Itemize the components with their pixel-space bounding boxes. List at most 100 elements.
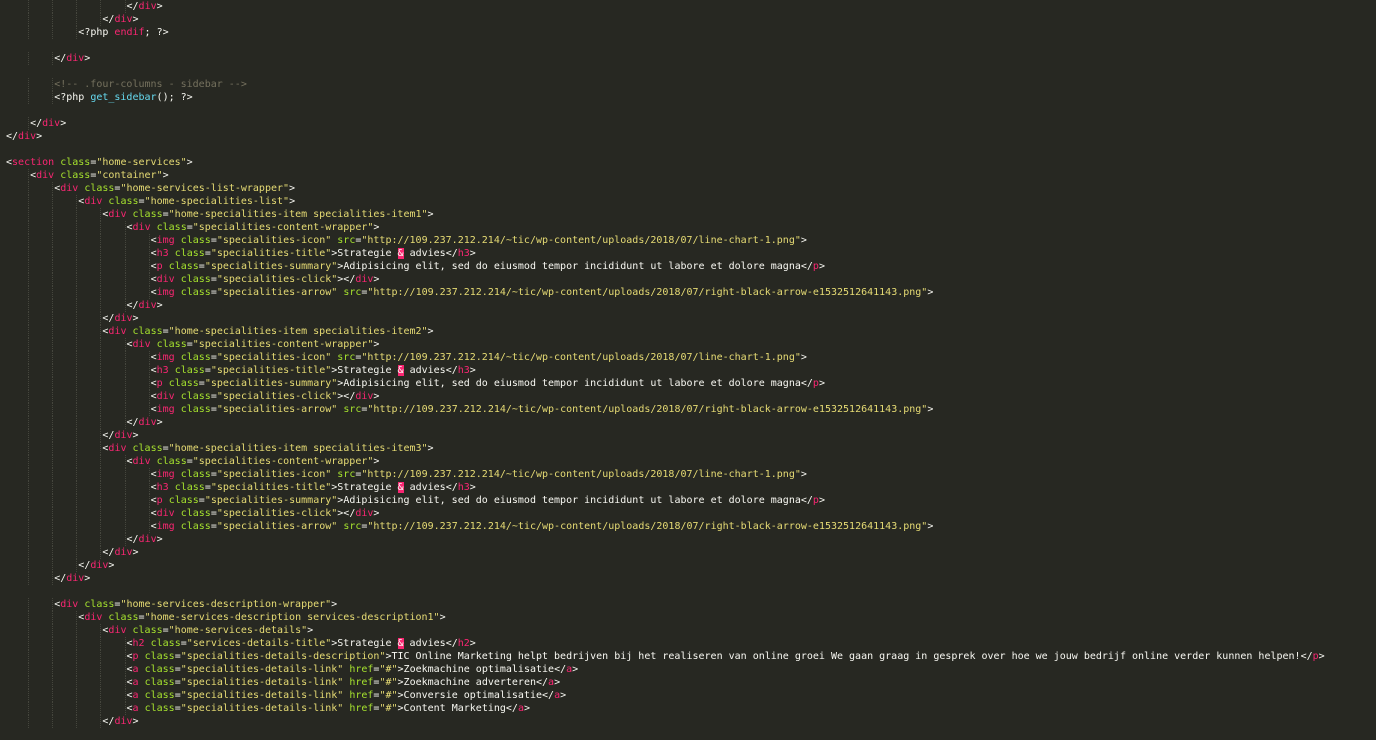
code-line[interactable]: <?php endif; ?>: [0, 26, 1376, 39]
indent-guide: [76, 455, 78, 468]
code-token-attr: class: [180, 352, 211, 363]
indent-guide: [76, 520, 78, 533]
code-line[interactable]: <h2 class="services-details-title">Strat…: [0, 637, 1376, 650]
code-line[interactable]: <img class="specialities-arrow" src="htt…: [0, 403, 1376, 416]
indent-guide: [52, 78, 54, 91]
code-line[interactable]: </div>: [0, 13, 1376, 26]
indent-guide: [148, 520, 150, 533]
code-lines[interactable]: </div> </div> <?php endif; ?> </div> <!-- .f…: [0, 0, 1376, 728]
code-token-tag: div: [84, 196, 103, 207]
code-line[interactable]: <a class="specialities-details-link" hre…: [0, 676, 1376, 689]
code-token-punc: >: [186, 157, 193, 168]
code-token-punc: >: [132, 14, 139, 25]
code-line[interactable]: <div class="home-specialities-list">: [0, 195, 1376, 208]
code-line[interactable]: <p class="specialities-summary">Adipisic…: [0, 377, 1376, 390]
code-line[interactable]: <p class="specialities-summary">Adipisic…: [0, 494, 1376, 507]
code-token-tag: img: [156, 404, 175, 415]
code-line[interactable]: </div>: [0, 715, 1376, 728]
indent-guide: [52, 221, 54, 234]
code-line[interactable]: <p class="specialities-details-descripti…: [0, 650, 1376, 663]
indent-guide: [76, 208, 78, 221]
code-token-punc: </: [445, 638, 458, 649]
indent-guide: [52, 442, 54, 455]
code-line[interactable]: <img class="specialities-icon" src="http…: [0, 234, 1376, 247]
indent-guide: [76, 481, 78, 494]
code-token-punc: >: [560, 690, 567, 701]
indent-guide: [28, 611, 30, 624]
code-line[interactable]: </div>: [0, 312, 1376, 325]
code-line[interactable]: [0, 585, 1376, 598]
code-line[interactable]: <div class="home-specialities-item speci…: [0, 442, 1376, 455]
code-line[interactable]: <img class="specialities-icon" src="http…: [0, 468, 1376, 481]
code-token-punc: </: [126, 300, 139, 311]
code-line[interactable]: [0, 39, 1376, 52]
code-line[interactable]: <div class="home-specialities-item speci…: [0, 208, 1376, 221]
code-line[interactable]: <div class="specialities-content-wrapper…: [0, 455, 1376, 468]
code-token-tag: div: [42, 118, 61, 129]
code-line[interactable]: <div class="container">: [0, 169, 1376, 182]
code-line[interactable]: <div class="specialities-click"></div>: [0, 273, 1376, 286]
code-line[interactable]: <h3 class="specialities-title">Strategie…: [0, 247, 1376, 260]
code-line[interactable]: </div>: [0, 130, 1376, 143]
code-token-str: "specialities-icon": [216, 352, 332, 363]
code-line[interactable]: </div>: [0, 299, 1376, 312]
code-line[interactable]: </div>: [0, 572, 1376, 585]
code-line[interactable]: <h3 class="specialities-title">Strategie…: [0, 364, 1376, 377]
code-editor[interactable]: </div> </div> <?php endif; ?> </div> <!-- .f…: [0, 0, 1376, 740]
code-token-punc: >: [373, 508, 380, 519]
code-line[interactable]: <p class="specialities-summary">Adipisic…: [0, 260, 1376, 273]
code-line[interactable]: [0, 65, 1376, 78]
indent-guide: [100, 351, 102, 364]
code-line[interactable]: <a class="specialities-details-link" hre…: [0, 702, 1376, 715]
indent-guide: [28, 13, 30, 26]
indent-guide: [100, 364, 102, 377]
code-line[interactable]: <div class="home-services-details">: [0, 624, 1376, 637]
code-line[interactable]: <div class="home-specialities-item speci…: [0, 325, 1376, 338]
indent-guide: [52, 247, 54, 260]
code-token-punc: </: [800, 378, 813, 389]
indent-guide: [28, 559, 30, 572]
code-line[interactable]: <img class="specialities-icon" src="http…: [0, 351, 1376, 364]
code-line[interactable]: </div>: [0, 429, 1376, 442]
code-token-punc: >: [156, 300, 163, 311]
code-line[interactable]: <?php get_sidebar(); ?>: [0, 91, 1376, 104]
code-token-attr: class: [180, 274, 211, 285]
code-line[interactable]: <div class="specialities-content-wrapper…: [0, 221, 1376, 234]
code-token-punc: </: [445, 482, 458, 493]
code-token-kw: endif: [114, 27, 145, 38]
code-line[interactable]: <h3 class="specialities-title">Strategie…: [0, 481, 1376, 494]
code-line[interactable]: </div>: [0, 0, 1376, 13]
code-token-text: Strategie: [337, 638, 398, 649]
code-line[interactable]: </div>: [0, 546, 1376, 559]
code-token-attr: class: [180, 508, 211, 519]
code-line[interactable]: <img class="specialities-arrow" src="htt…: [0, 286, 1376, 299]
indent-guide: [28, 377, 30, 390]
code-token-punc: >: [156, 417, 163, 428]
indent-guide: [124, 520, 126, 533]
code-line[interactable]: <a class="specialities-details-link" hre…: [0, 663, 1376, 676]
code-line[interactable]: <img class="specialities-arrow" src="htt…: [0, 520, 1376, 533]
code-line[interactable]: [0, 104, 1376, 117]
code-line[interactable]: <div class="home-services-description-wr…: [0, 598, 1376, 611]
code-line[interactable]: <!-- .four-columns - sidebar -->: [0, 78, 1376, 91]
code-token-tag: section: [12, 157, 55, 168]
code-line[interactable]: <section class="home-services">: [0, 156, 1376, 169]
code-token-punc: >: [36, 131, 43, 142]
code-line[interactable]: </div>: [0, 559, 1376, 572]
code-line[interactable]: </div>: [0, 117, 1376, 130]
indent-guide: [100, 455, 102, 468]
code-line[interactable]: [0, 143, 1376, 156]
code-line[interactable]: <div class="home-services-list-wrapper">: [0, 182, 1376, 195]
code-line[interactable]: <div class="specialities-content-wrapper…: [0, 338, 1376, 351]
indent-guide: [52, 0, 54, 13]
code-line[interactable]: <a class="specialities-details-link" hre…: [0, 689, 1376, 702]
code-line[interactable]: </div>: [0, 416, 1376, 429]
code-line[interactable]: <div class="specialities-click"></div>: [0, 390, 1376, 403]
code-token-tag: div: [355, 391, 374, 402]
code-line[interactable]: </div>: [0, 533, 1376, 546]
code-line[interactable]: </div>: [0, 52, 1376, 65]
code-line[interactable]: <div class="home-services-description se…: [0, 611, 1376, 624]
code-token-attr: class: [168, 495, 199, 506]
code-token-attr: class: [180, 404, 211, 415]
code-line[interactable]: <div class="specialities-click"></div>: [0, 507, 1376, 520]
